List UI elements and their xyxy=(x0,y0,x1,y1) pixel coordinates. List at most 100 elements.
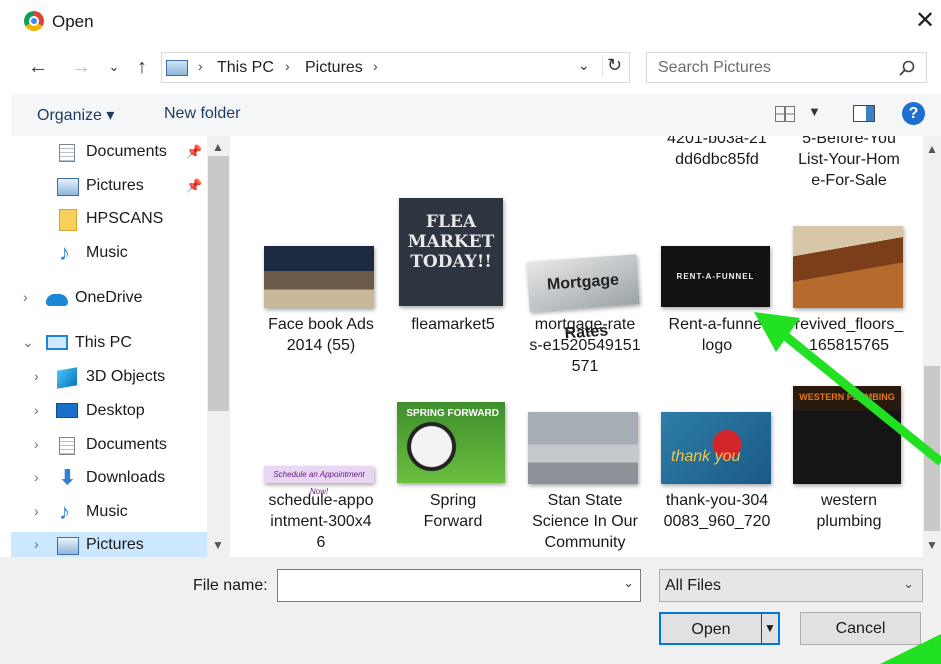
file-list: 4201-b03a-21 dd6dbc85fd 5-Before-You Lis… xyxy=(230,136,923,557)
file-name: mortgage-rate s-e1520549151 571 xyxy=(529,316,641,375)
expand-chevron-icon[interactable]: › xyxy=(34,402,39,418)
nav-item-label: 3D Objects xyxy=(86,368,166,385)
file-name: Stan State Science In Our Community xyxy=(532,492,638,551)
nav-item-music-quick[interactable]: ♪ Music xyxy=(11,240,207,268)
file-name: thank-you-304 0083_960_720 xyxy=(663,492,771,530)
documents-icon xyxy=(59,144,75,162)
help-icon[interactable]: ? xyxy=(902,102,925,125)
nav-item-desktop[interactable]: › Desktop xyxy=(11,398,207,426)
nav-item-hpscans[interactable]: HPSCANS xyxy=(11,206,207,234)
search-icon xyxy=(899,60,915,76)
new-folder-button[interactable]: New folder xyxy=(164,105,240,123)
address-dropdown-chevron-icon[interactable]: ⌄ xyxy=(578,57,590,74)
nav-item-label: OneDrive xyxy=(75,289,143,306)
nav-item-documents[interactable]: › Documents xyxy=(11,432,207,460)
downloads-icon: ⬇ xyxy=(59,467,76,489)
file-thumbnail xyxy=(528,412,638,484)
file-name: western plumbing xyxy=(816,492,882,530)
pictures-icon xyxy=(57,178,79,196)
search-placeholder: Search Pictures xyxy=(658,59,771,76)
expand-chevron-icon[interactable]: › xyxy=(34,469,39,485)
open-options-dropdown-icon[interactable]: ▼ xyxy=(761,614,778,643)
file-type-chevron-icon: ⌄ xyxy=(903,576,914,591)
change-view-icon[interactable] xyxy=(775,106,795,122)
pin-icon[interactable]: 📌 xyxy=(186,144,202,160)
file-thumbnail: WESTERN PLUMBING xyxy=(793,386,901,484)
nav-item-documents-quick[interactable]: Documents 📌 xyxy=(11,139,207,167)
nav-item-label: This PC xyxy=(75,334,132,351)
organize-menu-button[interactable]: Organize ▾ xyxy=(37,105,114,125)
pictures-icon xyxy=(57,537,79,555)
file-name-label: File name: xyxy=(193,577,268,594)
nav-item-pictures-quick[interactable]: Pictures 📌 xyxy=(11,173,207,201)
file-thumbnail xyxy=(264,246,374,308)
music-icon: ♪ xyxy=(59,499,70,524)
desktop-icon xyxy=(56,403,78,418)
file-type-select[interactable]: All Files ⌄ xyxy=(659,569,923,602)
recent-locations-chevron-icon[interactable]: ⌄ xyxy=(101,54,127,80)
breadcrumb-chevron-icon[interactable]: › xyxy=(198,58,203,74)
nav-item-label: HPSCANS xyxy=(86,210,164,227)
close-icon[interactable]: ✕ xyxy=(910,6,940,36)
file-name-input[interactable]: ⌄ xyxy=(277,569,641,602)
file-type-value: All Files xyxy=(665,577,722,594)
file-name: 4201-b03a-21 dd6dbc85fd xyxy=(667,136,767,168)
expand-chevron-icon[interactable]: › xyxy=(34,503,39,519)
breadcrumb-this-pc[interactable]: This PC xyxy=(217,59,274,77)
pin-icon[interactable]: 📌 xyxy=(186,178,202,194)
breadcrumb-chevron-icon[interactable]: › xyxy=(285,58,290,74)
title-bar: Open ✕ xyxy=(0,0,941,44)
scroll-down-icon[interactable]: ▼ xyxy=(926,538,938,552)
nav-item-label: Pictures xyxy=(86,177,144,194)
nav-item-this-pc[interactable]: ⌄ This PC xyxy=(11,330,207,358)
file-name-dropdown-chevron-icon[interactable]: ⌄ xyxy=(623,575,634,591)
breadcrumb-chevron-icon[interactable]: › xyxy=(373,58,378,74)
file-list-scrollbar[interactable]: ▲ ▼ xyxy=(923,136,941,557)
scrollbar-thumb[interactable] xyxy=(208,156,229,411)
file-name: revived_floors_ 165815765 xyxy=(794,316,904,354)
preview-pane-icon[interactable] xyxy=(853,105,875,122)
nav-item-label: Downloads xyxy=(86,469,166,486)
back-arrow-icon[interactable]: ← xyxy=(25,54,51,80)
file-thumbnail: Mortgage Rates xyxy=(526,254,640,342)
pictures-location-icon xyxy=(166,60,188,76)
nav-item-label: Documents xyxy=(86,143,167,160)
scroll-up-icon[interactable]: ▲ xyxy=(212,140,224,154)
scrollbar-thumb[interactable] xyxy=(924,366,940,531)
refresh-icon[interactable]: ↻ xyxy=(602,55,626,76)
expand-chevron-icon[interactable]: › xyxy=(34,436,39,452)
nav-item-pictures[interactable]: › Pictures xyxy=(11,532,207,557)
file-name: fleamarket5 xyxy=(411,316,495,333)
navigation-scrollbar[interactable]: ▲ ▼ xyxy=(207,136,230,557)
chrome-icon xyxy=(24,11,44,31)
nav-item-downloads[interactable]: › ⬇ Downloads xyxy=(11,465,207,493)
expand-chevron-icon[interactable]: › xyxy=(23,289,28,305)
open-button[interactable]: Open ▼ xyxy=(659,612,780,645)
nav-item-music[interactable]: › ♪ Music xyxy=(11,499,207,527)
cancel-button[interactable]: Cancel xyxy=(800,612,921,645)
file-thumbnail: thank you xyxy=(661,412,771,484)
window-title: Open xyxy=(52,12,94,31)
nav-item-label: Pictures xyxy=(86,536,144,553)
file-thumbnail: Schedule an Appointment Now! xyxy=(264,466,374,496)
forward-arrow-icon[interactable]: → xyxy=(68,54,94,80)
view-options-chevron-icon[interactable]: ▼ xyxy=(808,104,821,119)
collapse-chevron-icon[interactable]: ⌄ xyxy=(22,334,34,351)
search-box[interactable]: Search Pictures xyxy=(646,52,927,83)
nav-item-onedrive[interactable]: › OneDrive xyxy=(11,285,207,313)
file-name: Face book Ads 2014 (55) xyxy=(268,316,374,354)
nav-item-label: Music xyxy=(86,244,128,261)
file-name: 5-Before-You List-Your-Hom e-For-Sale xyxy=(798,136,900,189)
nav-item-label: Desktop xyxy=(86,402,145,419)
breadcrumb-pictures[interactable]: Pictures xyxy=(305,59,363,77)
file-name: Rent-a-funnel logo xyxy=(668,316,766,354)
up-arrow-icon[interactable]: ↑ xyxy=(129,54,155,80)
scroll-down-icon[interactable]: ▼ xyxy=(212,538,224,552)
folder-icon xyxy=(59,209,77,231)
nav-item-3d-objects[interactable]: › 3D Objects xyxy=(11,364,207,392)
file-thumbnail xyxy=(793,226,903,308)
scroll-up-icon[interactable]: ▲ xyxy=(926,142,938,156)
address-bar[interactable]: › This PC › Pictures › ⌄ ↻ xyxy=(161,52,630,83)
expand-chevron-icon[interactable]: › xyxy=(34,368,39,384)
expand-chevron-icon[interactable]: › xyxy=(34,536,39,552)
